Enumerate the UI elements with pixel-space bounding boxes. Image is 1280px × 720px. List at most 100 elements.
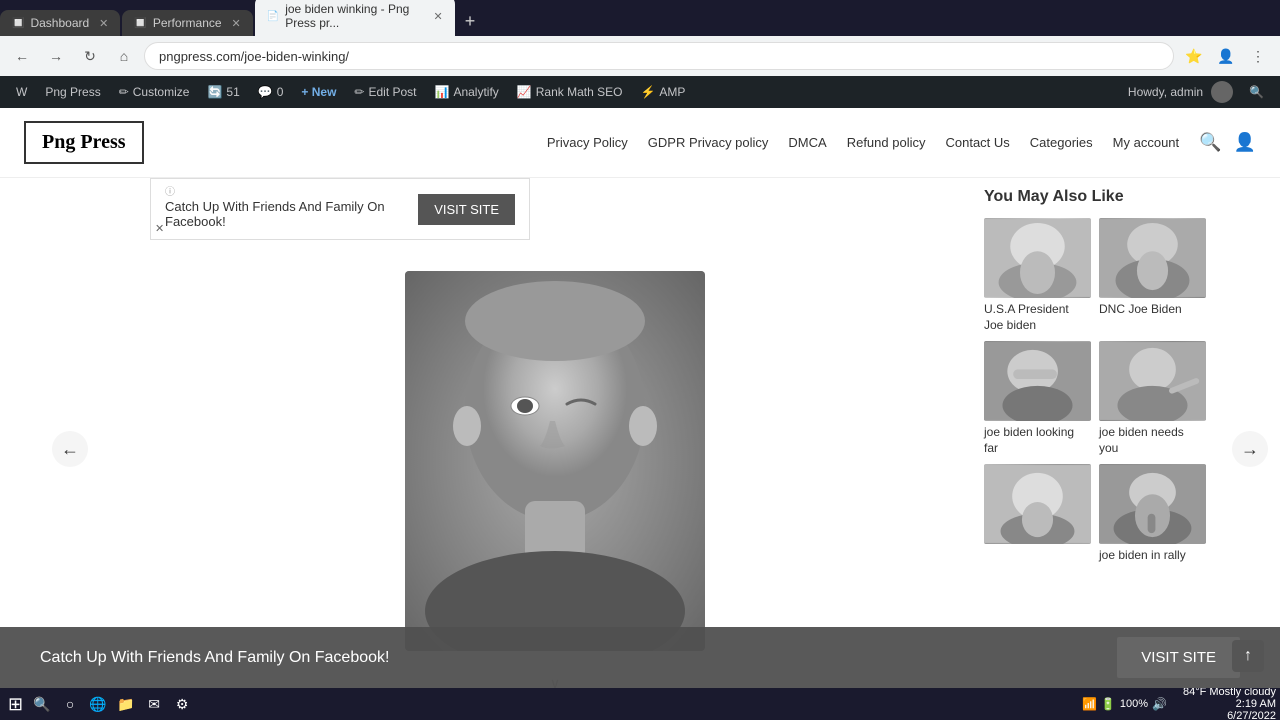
home-button[interactable]: ⌂ <box>110 42 138 70</box>
tab-icon-performance: 🔲 <box>134 18 146 29</box>
you-may-like-title: You May Also Like <box>984 188 1206 206</box>
thumb-label-1: U.S.A President Joe biden <box>984 302 1091 333</box>
search-icon-btn[interactable]: 🔍 <box>1199 132 1221 153</box>
extensions-button[interactable]: ⭐ <box>1180 42 1208 70</box>
thumb-item-3[interactable]: joe biden looking far <box>984 341 1091 456</box>
tab-label-performance: Performance <box>153 16 222 30</box>
ad-info-icon: ⓘ <box>165 183 175 198</box>
wp-customize-label: Customize <box>133 85 190 99</box>
thumb-img-4 <box>1099 341 1206 421</box>
wp-updates[interactable]: 🔄 51 <box>199 76 247 108</box>
thumb-svg-2 <box>1099 218 1206 298</box>
thumb-img-1 <box>984 218 1091 298</box>
wp-site-name[interactable]: Png Press <box>37 76 108 108</box>
thumb-img-2 <box>1099 218 1206 298</box>
wp-amp[interactable]: ⚡ AMP <box>632 76 693 108</box>
taskbar-cortana[interactable]: ○ <box>57 691 83 717</box>
thumb-item-6[interactable]: joe biden in rally <box>1099 464 1206 564</box>
tab-performance[interactable]: 🔲 Performance ✕ <box>122 10 252 36</box>
wp-amp-label: AMP <box>659 85 685 99</box>
thumb-item-2[interactable]: DNC Joe Biden <box>1099 218 1206 333</box>
taskbar-settings[interactable]: ⚙ <box>169 691 195 717</box>
taskbar-sound-icon: 🔊 <box>1152 697 1167 711</box>
ad-close-button[interactable]: ✕ <box>155 222 164 235</box>
wp-howdy[interactable]: Howdy, admin <box>1120 76 1241 108</box>
nav-contact[interactable]: Contact Us <box>945 135 1009 150</box>
wp-search-bar[interactable]: 🔍 <box>1241 76 1272 108</box>
main-image-container <box>150 250 960 671</box>
wp-avatar <box>1211 81 1233 103</box>
nav-privacy[interactable]: Privacy Policy <box>547 135 628 150</box>
tab-dashboard[interactable]: 🔲 Dashboard ✕ <box>0 10 120 36</box>
tab-current[interactable]: 📄 joe biden winking - Png Press pr... ✕ <box>255 0 455 36</box>
wp-logo-icon: W <box>16 85 27 99</box>
ad-box-top: ⓘ ✕ Catch Up With Friends And Family On … <box>150 178 530 240</box>
nav-categories[interactable]: Categories <box>1030 135 1093 150</box>
wp-analytify[interactable]: 📊 Analytify <box>427 76 507 108</box>
wp-site-name-label: Png Press <box>45 85 100 99</box>
wp-logo-item[interactable]: W <box>8 76 35 108</box>
thumb-item-5[interactable] <box>984 464 1091 564</box>
main-image-svg <box>405 271 705 651</box>
taskbar-browser[interactable]: 🌐 <box>85 691 111 717</box>
tab-icon-dashboard: 🔲 <box>12 18 24 29</box>
browser-tab-bar: 🔲 Dashboard ✕ 🔲 Performance ✕ 📄 joe bide… <box>0 0 1280 36</box>
wp-new[interactable]: + New <box>293 76 344 108</box>
wp-rankmath-icon: 📈 <box>517 85 532 99</box>
header-icons: 🔍 👤 <box>1199 132 1256 153</box>
taskbar-search[interactable]: 🔍 <box>29 691 55 717</box>
taskbar-sys-icons: 📶 🔋 100% 🔊 <box>1074 697 1175 711</box>
thumb-svg-6 <box>1099 464 1206 544</box>
thumb-item-4[interactable]: joe biden needs you <box>1099 341 1206 456</box>
scroll-to-top-button[interactable]: ↑ <box>1232 640 1264 672</box>
wp-comments-count: 0 <box>277 85 284 99</box>
taskbar-time: 2:19 AM <box>1236 698 1276 710</box>
forward-button[interactable]: → <box>42 42 70 70</box>
browser-actions: ⭐ 👤 ⋮ <box>1180 42 1272 70</box>
right-nav-arrow[interactable]: → <box>1232 431 1268 467</box>
tab-close-current[interactable]: ✕ <box>434 10 443 23</box>
tab-label-dashboard: Dashboard <box>30 16 89 30</box>
visit-site-button-top[interactable]: VISIT SITE <box>418 194 515 225</box>
wp-customize-icon: ✏ <box>119 85 129 99</box>
nav-refund[interactable]: Refund policy <box>847 135 926 150</box>
nav-gdpr[interactable]: GDPR Privacy policy <box>648 135 769 150</box>
thumb-label-6: joe biden in rally <box>1099 548 1206 564</box>
site-header: Png Press Privacy Policy GDPR Privacy po… <box>0 108 1280 178</box>
taskbar-date: 6/27/2022 <box>1227 710 1276 720</box>
taskbar-file[interactable]: 📁 <box>113 691 139 717</box>
wp-edit-post[interactable]: ✏ Edit Post <box>346 76 424 108</box>
nav-dmca[interactable]: DMCA <box>788 135 826 150</box>
thumb-item-1[interactable]: U.S.A President Joe biden <box>984 218 1091 333</box>
tab-close-dashboard[interactable]: ✕ <box>99 17 108 30</box>
tab-icon-current: 📄 <box>267 11 279 22</box>
new-tab-button[interactable]: + <box>457 7 484 36</box>
wp-admin-right: Howdy, admin 🔍 <box>1120 76 1272 108</box>
thumb-svg-3 <box>984 341 1091 421</box>
ad-box-text: Catch Up With Friends And Family On Face… <box>165 199 406 229</box>
back-button[interactable]: ← <box>8 42 36 70</box>
wp-rankmath[interactable]: 📈 Rank Math SEO <box>509 76 631 108</box>
wp-customize[interactable]: ✏ Customize <box>111 76 198 108</box>
address-input[interactable] <box>144 42 1174 70</box>
tab-close-performance[interactable]: ✕ <box>232 17 241 30</box>
thumb-svg-4 <box>1099 341 1206 421</box>
left-nav-arrow[interactable]: ← <box>52 431 88 467</box>
user-icon-btn[interactable]: 👤 <box>1234 132 1256 153</box>
wp-updates-count: 51 <box>226 85 239 99</box>
site-logo[interactable]: Png Press <box>24 121 144 164</box>
taskbar: ⊞ 🔍 ○ 🌐 📁 ✉ ⚙ 📶 🔋 100% 🔊 84°F Mostly clo… <box>0 688 1280 720</box>
thumb-svg-1 <box>984 218 1091 298</box>
taskbar-mail[interactable]: ✉ <box>141 691 167 717</box>
wp-analytify-icon: 📊 <box>435 85 450 99</box>
nav-myaccount[interactable]: My account <box>1113 135 1179 150</box>
visit-site-button-bottom[interactable]: VISIT SITE <box>1117 637 1240 678</box>
wp-comments[interactable]: 💬 0 <box>250 76 292 108</box>
taskbar-start-button[interactable]: ⊞ <box>4 690 27 719</box>
reload-button[interactable]: ↻ <box>76 42 104 70</box>
taskbar-clock-area: 84°F Mostly cloudy 2:19 AM 6/27/2022 <box>1183 686 1276 720</box>
thumb-label-4: joe biden needs you <box>1099 425 1206 456</box>
menu-button[interactable]: ⋮ <box>1244 42 1272 70</box>
profile-button[interactable]: 👤 <box>1212 42 1240 70</box>
taskbar-network-icon: 📶 <box>1082 697 1097 711</box>
